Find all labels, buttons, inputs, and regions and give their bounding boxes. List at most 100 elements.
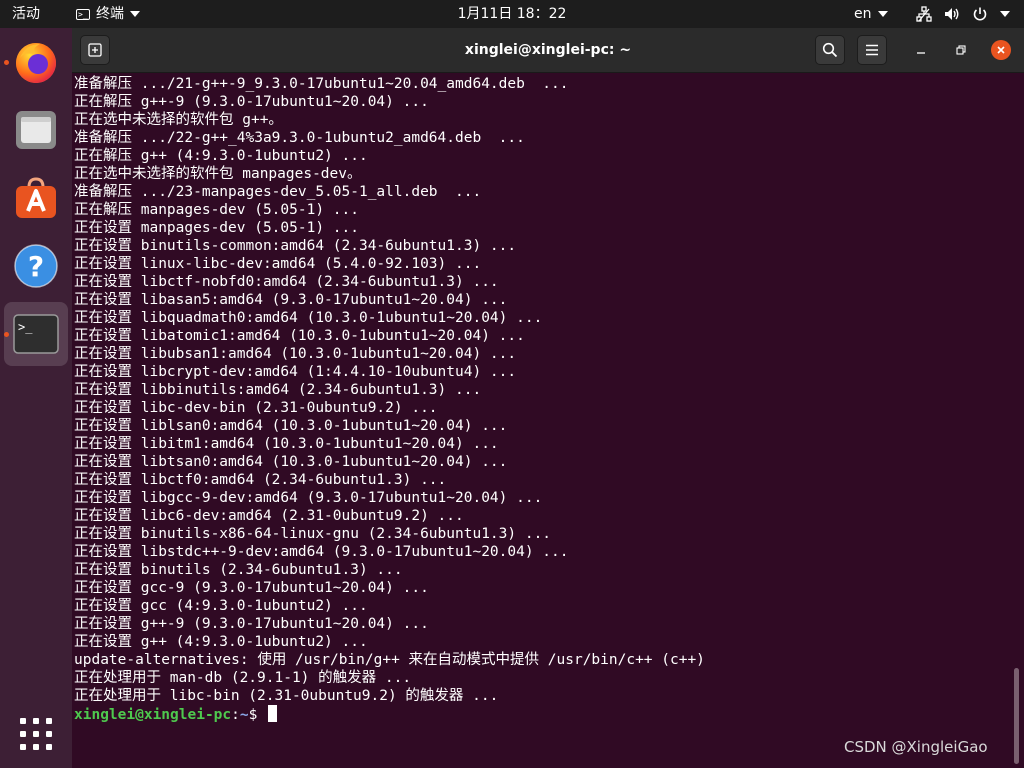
search-button[interactable] [815, 35, 845, 65]
minimize-icon [917, 52, 925, 54]
terminal-line: 正在设置 libasan5:amd64 (9.3.0-17ubuntu1~20.… [74, 292, 508, 308]
window-title: xinglei@xinglei-pc: ~ [464, 42, 632, 58]
help-icon: ? [14, 244, 58, 288]
close-button[interactable] [991, 40, 1011, 60]
text-cursor [268, 705, 278, 722]
running-indicator [4, 60, 9, 65]
header-bar[interactable]: xinglei@xinglei-pc: ~ [72, 28, 1024, 73]
dock-item-terminal[interactable]: >_ [4, 302, 68, 366]
terminal-line: 正在设置 libc-dev-bin (2.31-0ubuntu9.2) ... [74, 400, 438, 416]
new-tab-button[interactable] [80, 35, 110, 65]
terminal-line: 正在设置 libbinutils:amd64 (2.34-6ubuntu1.3)… [74, 382, 482, 398]
terminal-line: 正在选中未选择的软件包 manpages-dev。 [74, 166, 362, 182]
system-menu[interactable] [916, 0, 1010, 28]
terminal-line: 准备解压 .../23-manpages-dev_5.05-1_all.deb … [74, 184, 482, 200]
dock-item-files[interactable] [4, 98, 68, 162]
grid-dot [20, 744, 26, 750]
firefox-icon [16, 43, 56, 83]
app-menu-label: 终端 [96, 6, 124, 22]
terminal-line: 正在设置 binutils (2.34-6ubuntu1.3) ... [74, 562, 403, 578]
files-icon [16, 111, 56, 149]
restore-icon [956, 45, 966, 55]
terminal-line: 正在设置 libstdc++-9-dev:amd64 (9.3.0-17ubun… [74, 544, 569, 560]
close-icon [997, 46, 1005, 54]
terminal-line: 正在解压 manpages-dev (5.05-1) ... [74, 202, 359, 218]
input-method-label: en [854, 6, 872, 22]
grid-dot [33, 744, 39, 750]
terminal-line: 正在设置 libcrypt-dev:amd64 (1:4.4.10-10ubun… [74, 364, 517, 380]
terminal-line: 正在设置 binutils-common:amd64 (2.34-6ubuntu… [74, 238, 517, 254]
minimize-button[interactable] [911, 40, 931, 60]
terminal-line: 正在设置 libquadmath0:amd64 (10.3.0-1ubuntu1… [74, 310, 543, 326]
grid-dot [33, 718, 39, 724]
grid-dot [46, 718, 52, 724]
terminal-line: 正在设置 libctf-nobfd0:amd64 (2.34-6ubuntu1.… [74, 274, 499, 290]
terminal-line: 正在设置 manpages-dev (5.05-1) ... [74, 220, 359, 236]
terminal-line: 正在设置 libitm1:amd64 (10.3.0-1ubuntu1~20.0… [74, 436, 499, 452]
ubuntu-software-icon [16, 177, 56, 218]
terminal-line: 准备解压 .../22-g++_4%3a9.3.0-1ubuntu2_amd64… [74, 130, 525, 146]
terminal-small-icon: >_ [76, 8, 90, 20]
grid-dot [33, 731, 39, 737]
prompt-symbol: $ [248, 707, 267, 723]
power-icon [972, 6, 988, 22]
running-indicator [4, 332, 9, 337]
prompt-user-host: xinglei@xinglei-pc [74, 707, 232, 723]
hamburger-icon [866, 44, 878, 56]
dock-item-software[interactable] [4, 166, 68, 230]
terminal-line: 正在设置 binutils-x86-64-linux-gnu (2.34-6ub… [74, 526, 552, 542]
show-applications-button[interactable] [20, 718, 52, 750]
terminal-line: 正在设置 libctf0:amd64 (2.34-6ubuntu1.3) ... [74, 472, 447, 488]
network-icon [916, 6, 932, 22]
menu-button[interactable] [857, 35, 887, 65]
terminal-line: 正在设置 g++-9 (9.3.0-17ubuntu1~20.04) ... [74, 616, 429, 632]
new-tab-icon [88, 43, 102, 57]
app-menu[interactable]: >_ 终端 [76, 0, 140, 28]
grid-dot [46, 731, 52, 737]
watermark: CSDN @XingleiGao [844, 738, 988, 756]
terminal-line: 正在选中未选择的软件包 g++。 [74, 112, 283, 128]
terminal-line: 正在处理用于 libc-bin (2.31-0ubuntu9.2) 的触发器 .… [74, 688, 499, 704]
prompt-separator: : [231, 707, 240, 723]
maximize-button[interactable] [951, 40, 971, 60]
terminal-line: update-alternatives: 使用 /usr/bin/g++ 来在自… [74, 652, 705, 668]
terminal-line: 正在解压 g++ (4:9.3.0-1ubuntu2) ... [74, 148, 368, 164]
activities-button[interactable]: 活动 [12, 0, 40, 28]
terminal-line: 正在设置 libatomic1:amd64 (10.3.0-1ubuntu1~2… [74, 328, 525, 344]
terminal-output[interactable]: 准备解压 .../21-g++-9_9.3.0-17ubuntu1~20.04_… [72, 73, 1012, 768]
prompt-path: ~ [239, 707, 249, 723]
svg-text:>_: >_ [18, 320, 33, 334]
chevron-down-icon [877, 11, 888, 17]
terminal-line: 正在设置 gcc-9 (9.3.0-17ubuntu1~20.04) ... [74, 580, 429, 596]
chevron-down-icon [130, 11, 140, 17]
grid-dot [20, 731, 26, 737]
terminal-line: 正在设置 linux-libc-dev:amd64 (5.4.0-92.103)… [74, 256, 482, 272]
svg-text:?: ? [28, 250, 44, 283]
terminal-line: 正在解压 g++-9 (9.3.0-17ubuntu1~20.04) ... [74, 94, 429, 110]
grid-dot [46, 744, 52, 750]
input-method-menu[interactable]: en [854, 0, 888, 28]
terminal-line: 正在设置 libc6-dev:amd64 (2.31-0ubuntu9.2) .… [74, 508, 464, 524]
terminal-line: 正在设置 liblsan0:amd64 (10.3.0-1ubuntu1~20.… [74, 418, 508, 434]
terminal-line: 正在设置 libtsan0:amd64 (10.3.0-1ubuntu1~20.… [74, 454, 508, 470]
chevron-down-icon [1000, 11, 1010, 17]
activities-label: 活动 [12, 6, 40, 22]
terminal-line: 正在设置 libubsan1:amd64 (10.3.0-1ubuntu1~20… [74, 346, 517, 362]
prompt-line: xinglei@xinglei-pc:~$ [74, 705, 278, 723]
terminal-line: 正在设置 g++ (4:9.3.0-1ubuntu2) ... [74, 634, 368, 650]
terminal-icon: >_ [13, 314, 59, 354]
terminal-line: 正在设置 gcc (4:9.3.0-1ubuntu2) ... [74, 598, 368, 614]
scrollbar[interactable] [1014, 668, 1019, 764]
dock: ? >_ [0, 28, 72, 768]
terminal-line: 准备解压 .../21-g++-9_9.3.0-17ubuntu1~20.04_… [74, 76, 569, 92]
dock-item-firefox[interactable] [4, 30, 68, 94]
terminal-line: 正在设置 libgcc-9-dev:amd64 (9.3.0-17ubuntu1… [74, 490, 543, 506]
terminal-window: xinglei@xinglei-pc: ~ 准备解压 .../21-g++-9_… [72, 28, 1024, 768]
search-icon [822, 42, 838, 58]
dock-item-help[interactable]: ? [4, 234, 68, 298]
top-bar: 活动 >_ 终端 1月11日 18：22 en [0, 0, 1024, 28]
terminal-line: 正在处理用于 man-db (2.9.1-1) 的触发器 ... [74, 670, 412, 686]
clock-label[interactable]: 1月11日 18：22 [458, 6, 567, 22]
grid-dot [20, 718, 26, 724]
volume-icon [944, 6, 960, 22]
